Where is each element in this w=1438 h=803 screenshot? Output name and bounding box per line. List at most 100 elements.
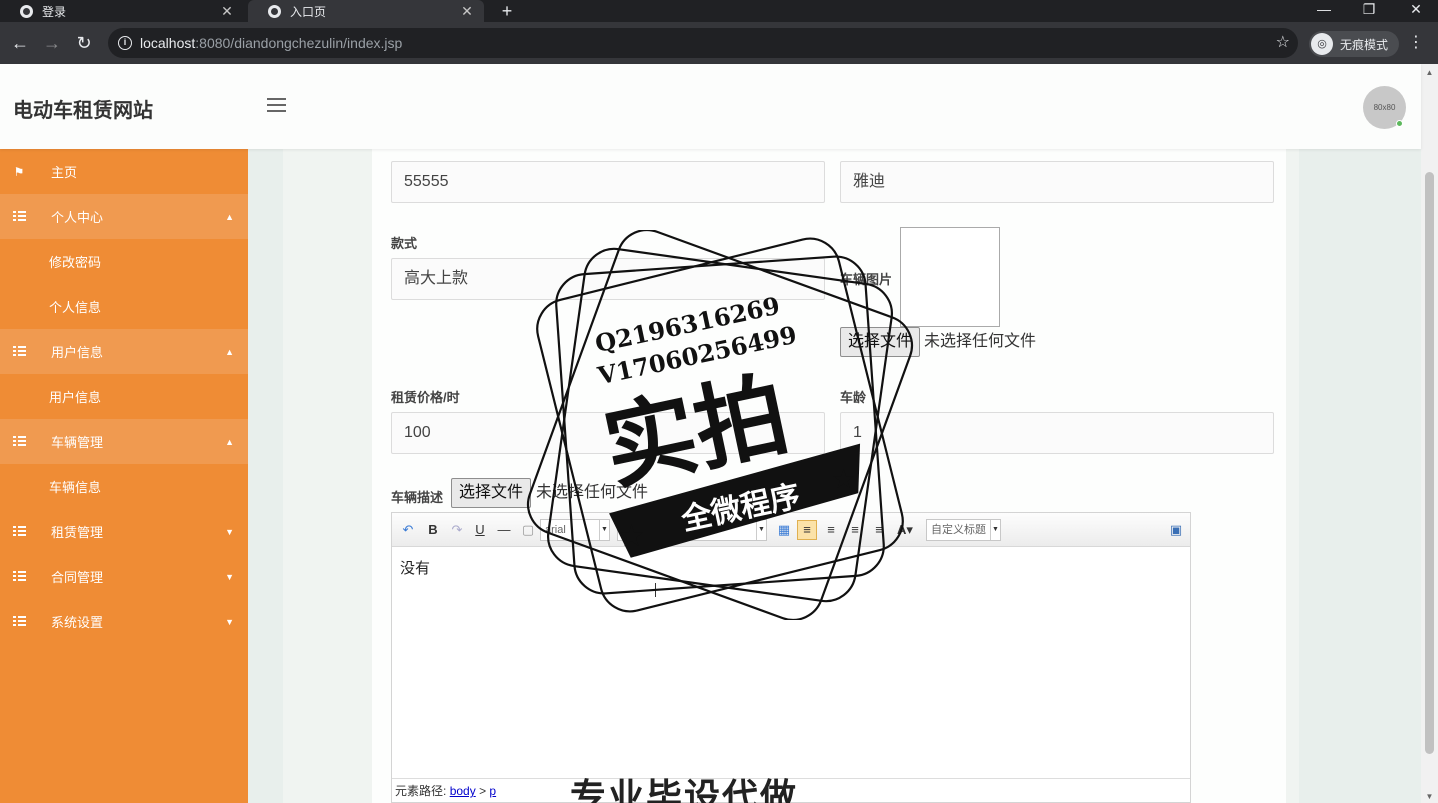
font-family-select[interactable]: arial ▼ [540, 519, 610, 541]
reload-icon[interactable]: ↻ [73, 32, 95, 54]
sidebar-item-contract-management[interactable]: 合同管理 ▼ [0, 554, 248, 599]
browser-tab-bar: 登录 ✕ 入口页 ✕ + — ❐ ✕ [0, 0, 1438, 22]
sidebar-item-vehicle-info[interactable]: 车辆信息 [0, 464, 248, 509]
sidebar-item-label: 系统设置 [51, 615, 104, 630]
sidebar-item-label: 车辆信息 [49, 480, 102, 495]
window-close-icon[interactable]: ✕ [1401, 0, 1431, 22]
forward-icon[interactable]: → [41, 32, 63, 54]
grid-icon [12, 435, 26, 446]
close-icon[interactable]: ✕ [220, 3, 234, 20]
app-header: 电动车租赁网站 80x80 [0, 64, 1421, 149]
info-icon[interactable]: i [118, 36, 132, 50]
editor-toolbar: ↶ B ↷ U — ▢ arial ▼ 16px ▼ ▦ ≡ ≡ ≡ ≡ A▾ 自定… [392, 513, 1190, 547]
bold-icon[interactable]: B [423, 520, 443, 540]
online-status-dot [1396, 120, 1403, 127]
sidebar-item-label: 用户信息 [51, 345, 104, 360]
browser-tab-login[interactable]: 登录 ✕ [0, 0, 244, 22]
editor-content[interactable]: 没有 [400, 557, 430, 578]
sidebar-item-label: 合同管理 [51, 570, 104, 585]
age-input[interactable]: 1 [840, 412, 1274, 454]
custom-heading-select[interactable]: 自定义标题 ▼ [926, 519, 1001, 541]
avatar-placeholder-text: 80x80 [1373, 103, 1396, 112]
image-file-button[interactable]: 选择文件 [840, 327, 921, 357]
sidebar-item-user-info-group[interactable]: 用户信息 ▲ [0, 329, 248, 374]
chevron-up-icon: ▲ [225, 211, 234, 222]
font-color-icon[interactable]: A▾ [895, 520, 915, 540]
browser-tab-entry[interactable]: 入口页 ✕ [248, 0, 484, 22]
vehicle-number-input[interactable]: 55555 [391, 161, 825, 203]
back-icon[interactable]: ← [9, 32, 31, 54]
new-tab-icon[interactable]: + [497, 0, 517, 22]
grid-icon [12, 525, 26, 536]
align-right-icon[interactable]: ≡ [845, 520, 865, 540]
underline-icon[interactable]: U [470, 520, 490, 540]
tab-title: 登录 [42, 4, 67, 19]
bookmark-star-icon[interactable]: ☆ [1276, 32, 1290, 52]
sidebar-item-label: 车辆管理 [51, 435, 104, 450]
sidebar: ⚑ 主页 个人中心 ▲ 修改密码 个人信息 用户信息 ▲ 用户信息 车辆管理 ▲… [0, 149, 248, 803]
sidebar-item-label: 主页 [51, 165, 78, 180]
description-no-file-text: 未选择任何文件 [536, 484, 649, 501]
align-center-icon[interactable]: ≡ [821, 520, 841, 540]
clear-format-icon[interactable]: ▢ [518, 520, 538, 540]
sidebar-item-change-password[interactable]: 修改密码 [0, 239, 248, 284]
age-label: 车龄 [840, 390, 867, 405]
align-left-icon[interactable]: ≡ [797, 520, 817, 540]
incognito-icon: ◎ [1311, 33, 1333, 55]
grid-icon [12, 210, 26, 221]
price-label: 租赁价格/时 [391, 390, 460, 405]
address-bar[interactable]: i localhost:8080/diandongchezulin/index.… [108, 28, 1298, 58]
menu-kebab-icon[interactable]: ⋮ [1408, 34, 1424, 52]
style-label: 款式 [391, 236, 418, 251]
sidebar-item-user-info[interactable]: 用户信息 [0, 374, 248, 419]
close-icon[interactable]: ✕ [460, 3, 474, 20]
table-icon[interactable]: ▦ [774, 520, 794, 540]
hamburger-menu-icon[interactable] [267, 98, 286, 112]
path-body-link[interactable]: body [450, 784, 476, 798]
redo-icon[interactable]: ↷ [447, 520, 467, 540]
incognito-label: 无痕模式 [1340, 37, 1389, 52]
sidebar-item-home[interactable]: ⚑ 主页 [0, 149, 248, 194]
sidebar-item-personal-info[interactable]: 个人信息 [0, 284, 248, 329]
align-justify-icon[interactable]: ≡ [869, 520, 889, 540]
sidebar-item-vehicle-management[interactable]: 车辆管理 ▲ [0, 419, 248, 464]
avatar[interactable]: 80x80 [1363, 86, 1406, 129]
restore-icon[interactable]: ❐ [1354, 0, 1384, 22]
rich-text-editor: ↶ B ↷ U — ▢ arial ▼ 16px ▼ ▦ ≡ ≡ ≡ ≡ A▾ 自定… [391, 512, 1191, 803]
grid-icon [12, 345, 26, 356]
sidebar-item-label: 修改密码 [49, 255, 102, 270]
incognito-badge[interactable]: ◎ 无痕模式 [1309, 31, 1399, 57]
text-cursor [655, 583, 656, 597]
font-size-select[interactable]: 16px ▼ [617, 519, 767, 541]
site-brand: 电动车租赁网站 [13, 100, 153, 122]
undo-icon[interactable]: ↶ [398, 520, 418, 540]
sidebar-item-label: 个人中心 [51, 210, 104, 225]
style-input[interactable]: 高大上款 [391, 258, 825, 300]
page-scrollbar[interactable]: ▲ ▼ [1421, 64, 1438, 803]
price-input[interactable]: 100 [391, 412, 825, 454]
grid-icon [12, 615, 26, 626]
description-label: 车辆描述 [391, 490, 444, 505]
horizontal-rule-icon[interactable]: — [494, 520, 514, 540]
grid-icon [12, 570, 26, 581]
globe-icon [268, 4, 281, 18]
chevron-down-icon: ▼ [990, 520, 1000, 540]
minimize-icon[interactable]: — [1309, 0, 1339, 22]
image-no-file-text: 未选择任何文件 [924, 333, 1037, 350]
sidebar-item-personal-center[interactable]: 个人中心 ▲ [0, 194, 248, 239]
fullscreen-icon[interactable]: ▣ [1166, 520, 1186, 540]
scroll-up-icon[interactable]: ▲ [1421, 68, 1438, 77]
chevron-down-icon: ▼ [225, 616, 234, 627]
chevron-down-icon: ▼ [225, 526, 234, 537]
sidebar-item-rental-management[interactable]: 租赁管理 ▼ [0, 509, 248, 554]
scroll-down-icon[interactable]: ▼ [1421, 792, 1438, 801]
path-p-link[interactable]: p [489, 784, 496, 798]
scrollbar-thumb[interactable] [1425, 172, 1434, 754]
sidebar-item-system-settings[interactable]: 系统设置 ▼ [0, 599, 248, 644]
sidebar-item-label: 个人信息 [49, 300, 102, 315]
brand-input[interactable]: 雅迪 [840, 161, 1274, 203]
description-file-button[interactable]: 选择文件 [451, 478, 532, 508]
tab-title: 入口页 [290, 4, 327, 19]
sidebar-item-label: 租赁管理 [51, 525, 104, 540]
url-text: localhost:8080/diandongchezulin/index.js… [140, 35, 403, 51]
